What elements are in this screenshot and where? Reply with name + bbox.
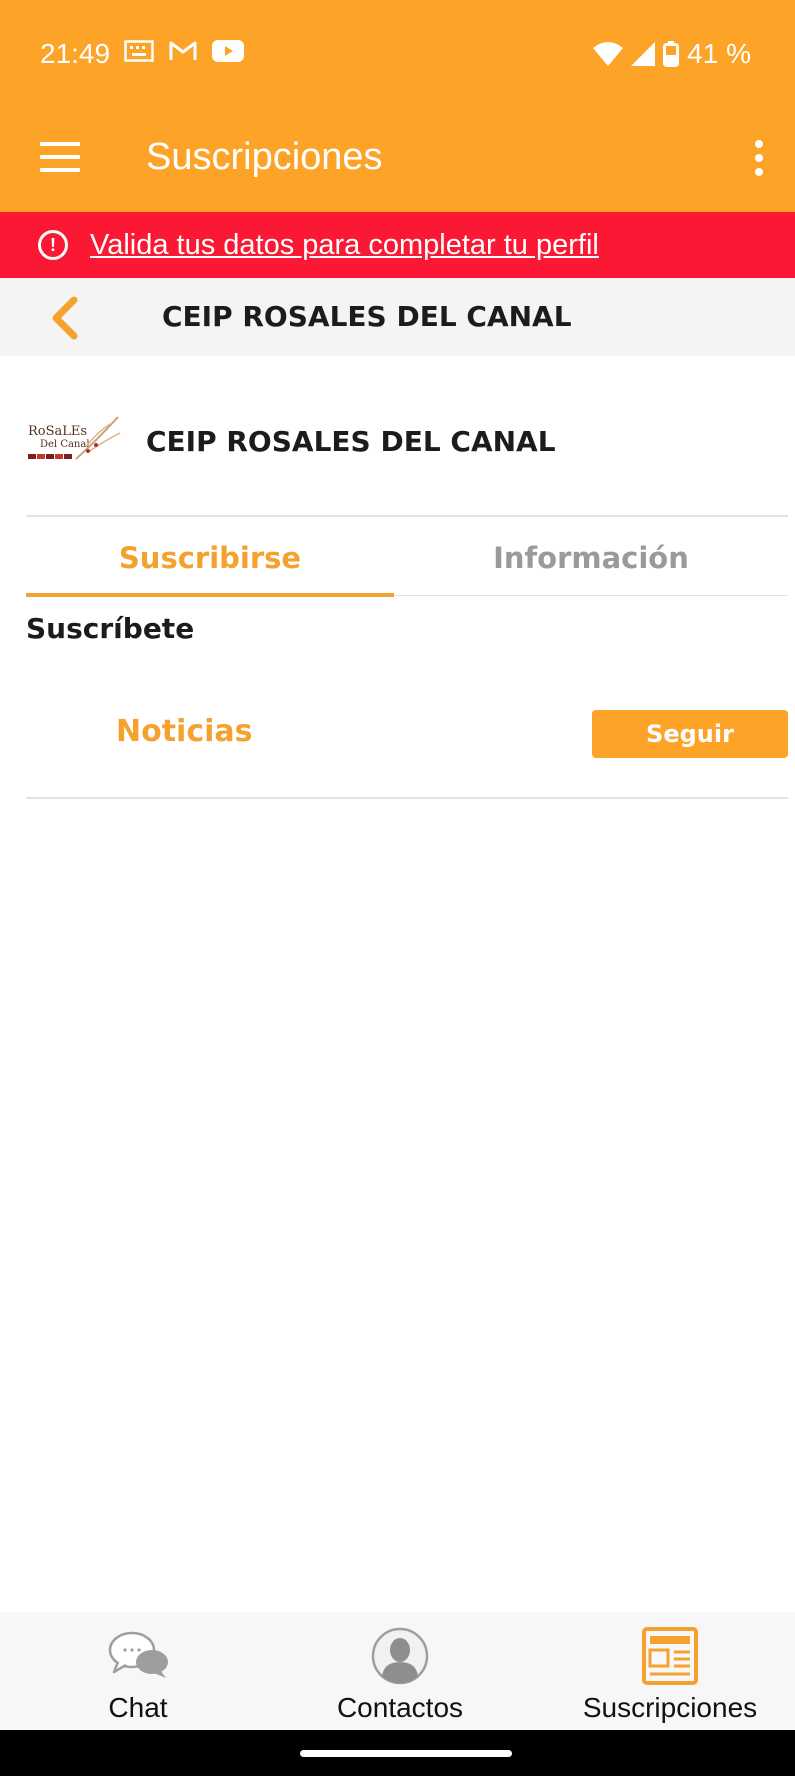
page-title: CEIP ROSALES DEL CANAL <box>162 300 572 333</box>
status-bar: 21:49 41 % <box>0 0 795 108</box>
battery-icon <box>663 41 680 67</box>
organization-header: RoSaLEs Del Canal CEIP ROSALES DEL CANAL <box>26 410 556 472</box>
contact-avatar-icon <box>371 1627 429 1685</box>
follow-button[interactable]: Seguir <box>592 710 788 758</box>
nav-chat-label: Chat <box>108 1692 168 1723</box>
system-navigation-bar <box>0 1730 795 1776</box>
nav-suscripciones-label: Suscripciones <box>582 1692 758 1723</box>
signal-icon <box>631 42 656 66</box>
organization-name: CEIP ROSALES DEL CANAL <box>146 424 556 458</box>
status-time: 21:49 <box>40 38 111 69</box>
profile-alert-banner: ! Valida tus datos para completar tu per… <box>0 212 795 278</box>
wifi-icon <box>593 42 624 66</box>
logo-text-2: Del Canal <box>40 439 90 450</box>
tab-bar: Suscribirse Información <box>26 520 788 598</box>
sub-header: CEIP ROSALES DEL CANAL <box>0 278 795 356</box>
section-heading: Suscríbete <box>26 612 195 645</box>
youtube-icon <box>212 40 244 62</box>
gmail-icon <box>169 41 197 60</box>
nav-contactos[interactable]: Contactos <box>320 1612 480 1730</box>
system-status-icons: 41 % <box>593 38 751 70</box>
tab-informacion[interactable]: Información <box>394 520 788 596</box>
back-chevron-icon[interactable] <box>46 296 86 340</box>
tab-suscribirse[interactable]: Suscribirse <box>26 520 394 596</box>
alert-circle-icon: ! <box>38 230 68 260</box>
validate-data-link[interactable]: Valida tus datos para completar tu perfi… <box>90 229 599 262</box>
nav-chat[interactable]: Chat <box>76 1612 200 1730</box>
bottom-navigation: Chat Contactos Suscripciones <box>0 1612 795 1730</box>
divider <box>26 515 788 517</box>
divider <box>394 595 788 596</box>
app-title: Suscripciones <box>146 136 383 178</box>
battery-percentage: 41 % <box>687 38 751 69</box>
hamburger-menu-icon[interactable] <box>40 142 80 176</box>
more-vertical-icon[interactable] <box>753 140 765 180</box>
nav-contactos-label: Contactos <box>336 1692 464 1723</box>
subscription-name: Noticias <box>116 714 253 749</box>
home-gesture-handle[interactable] <box>300 1750 512 1757</box>
notification-icons <box>124 40 244 62</box>
subscription-row: Noticias Seguir <box>26 700 788 800</box>
newspaper-icon <box>642 1627 698 1685</box>
organization-logo: RoSaLEs Del Canal <box>26 411 124 471</box>
chat-bubbles-icon <box>108 1631 168 1678</box>
app-bar: Suscripciones <box>0 108 795 212</box>
keyboard-icon <box>124 40 154 62</box>
active-tab-indicator <box>26 593 394 597</box>
nav-suscripciones[interactable]: Suscripciones <box>565 1612 775 1730</box>
divider <box>26 797 788 799</box>
logo-text-1: RoSaLEs <box>28 424 87 439</box>
